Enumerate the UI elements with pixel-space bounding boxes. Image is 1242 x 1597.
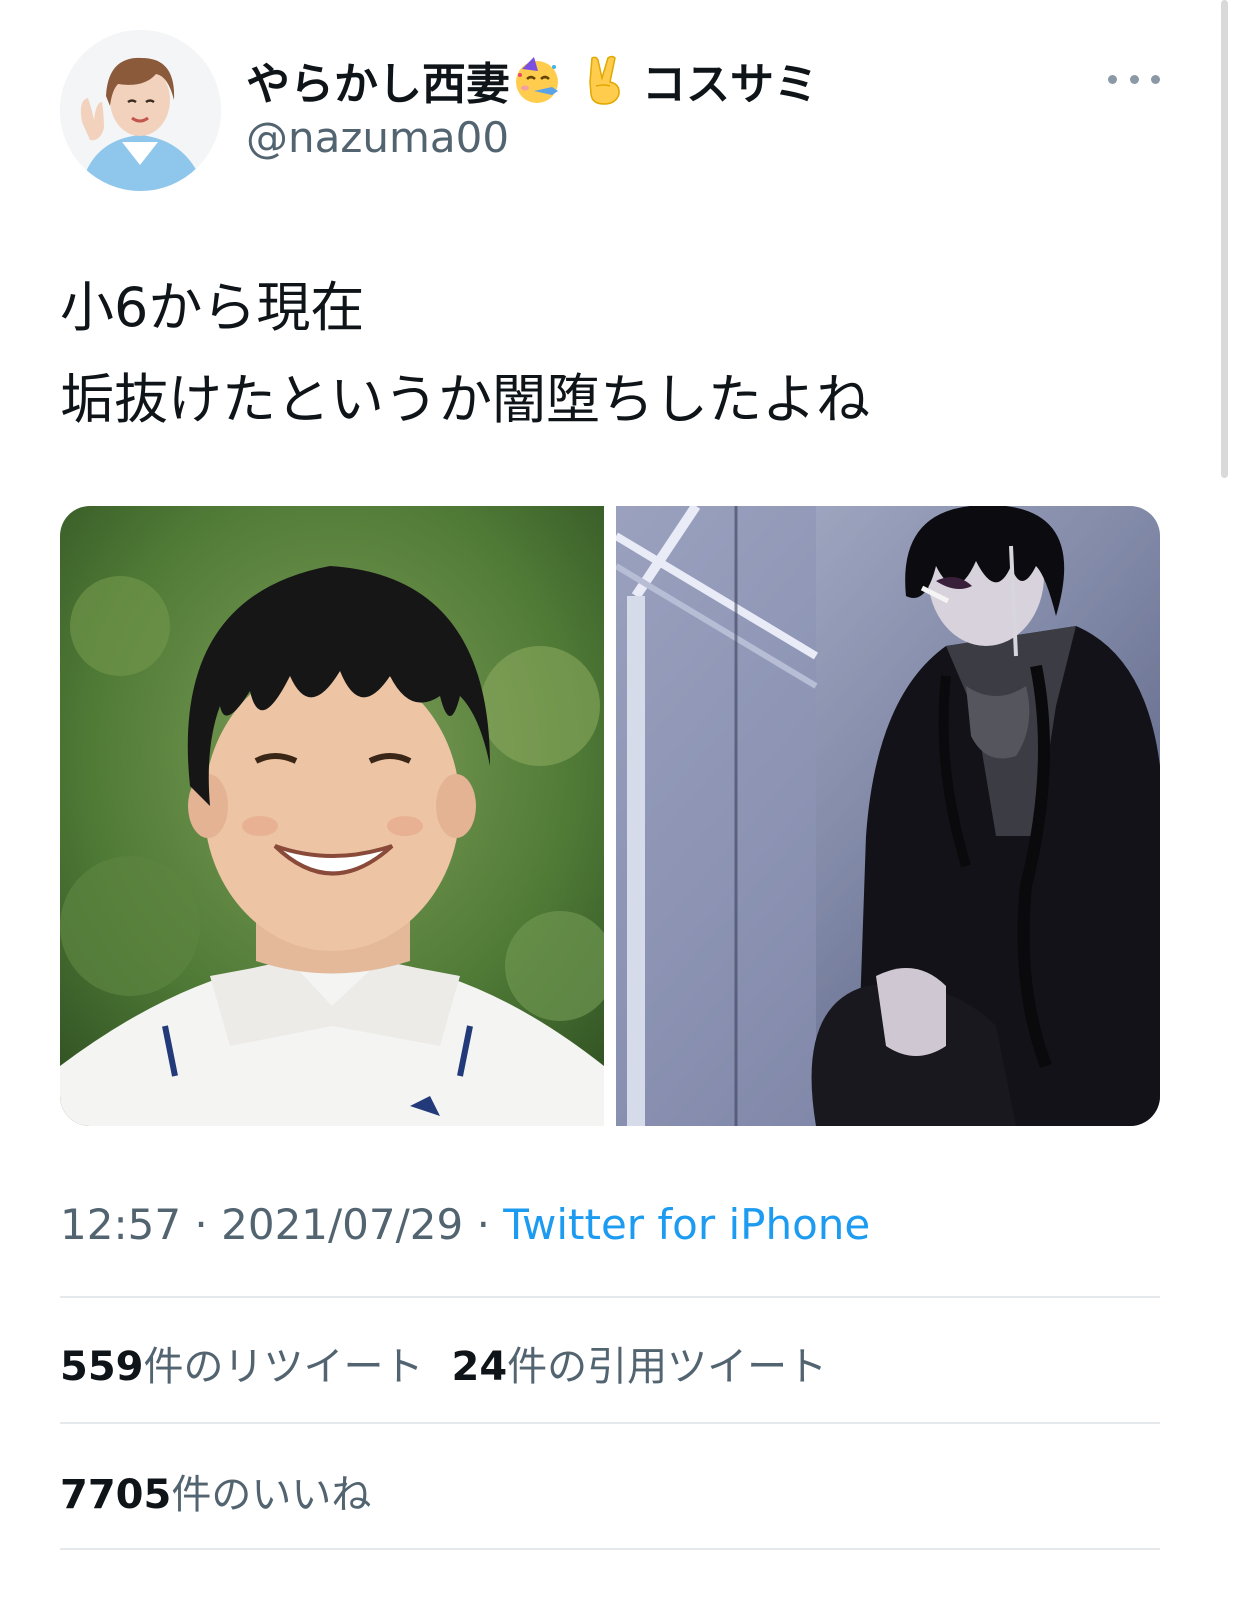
meta-separator: ·	[476, 1200, 490, 1249]
avatar-image	[60, 30, 221, 191]
retweets-label: 件のリツイート	[143, 1344, 424, 1390]
divider	[60, 1422, 1160, 1424]
tweet-meta: 12:57 · 2021/07/29 · Twitter for iPhone	[60, 1200, 870, 1249]
display-name[interactable]: やらかし西妻 コスサミ	[246, 50, 818, 110]
tweet-source-link[interactable]: Twitter for iPhone	[503, 1200, 870, 1249]
likes-count: 7705	[60, 1472, 172, 1518]
tweet-text: 小6から現在 垢抜けたというか闇堕ちしたよね	[60, 262, 1180, 446]
quotes-count: 24	[451, 1344, 508, 1390]
photo-child-icon	[60, 506, 604, 1126]
likes-stat[interactable]: 7705件のいいね	[60, 1462, 371, 1520]
avatar[interactable]	[60, 30, 221, 191]
victory-hand-icon	[589, 55, 620, 105]
tweet-detail-page: やらかし西妻 コスサミ @nazuma00 小6から現在 垢抜けたというか闇堕ち…	[0, 0, 1242, 1597]
more-dot-icon	[1151, 74, 1160, 84]
quotes-stat[interactable]: 24件の引用ツイート	[452, 1334, 828, 1392]
more-dot-icon	[1108, 74, 1117, 84]
retweets-count: 559	[60, 1344, 144, 1390]
likes-label: 件のいいね	[171, 1472, 372, 1518]
tweet-date[interactable]: 2021/07/29	[221, 1200, 463, 1249]
partying-face-icon	[516, 57, 558, 103]
scrollbar[interactable]	[1221, 0, 1228, 478]
tweet-time[interactable]: 12:57	[60, 1200, 181, 1249]
quotes-label: 件の引用ツイート	[507, 1344, 828, 1390]
more-options-button[interactable]	[1108, 64, 1160, 94]
tweet-media	[60, 506, 1160, 1126]
meta-separator: ·	[194, 1200, 208, 1249]
divider	[60, 1548, 1160, 1550]
photo-adult-icon	[616, 506, 1160, 1126]
divider	[60, 1296, 1160, 1298]
tweet-text-line: 小6から現在	[60, 276, 365, 339]
display-name-suffix: コスサミ	[642, 59, 818, 110]
tweet-text-line: 垢抜けたというか闇堕ちしたよね	[60, 368, 870, 431]
user-handle[interactable]: @nazuma00	[246, 113, 509, 162]
media-photo-1[interactable]	[60, 506, 604, 1126]
retweets-stat[interactable]: 559件のリツイート	[60, 1334, 424, 1392]
more-dot-icon	[1129, 74, 1139, 84]
display-name-text: やらかし西妻	[246, 59, 510, 110]
media-photo-2[interactable]	[616, 506, 1160, 1126]
stats-row-retweets: 559件のリツイート 24件の引用ツイート	[60, 1334, 855, 1392]
stats-row-likes: 7705件のいいね	[60, 1462, 399, 1520]
